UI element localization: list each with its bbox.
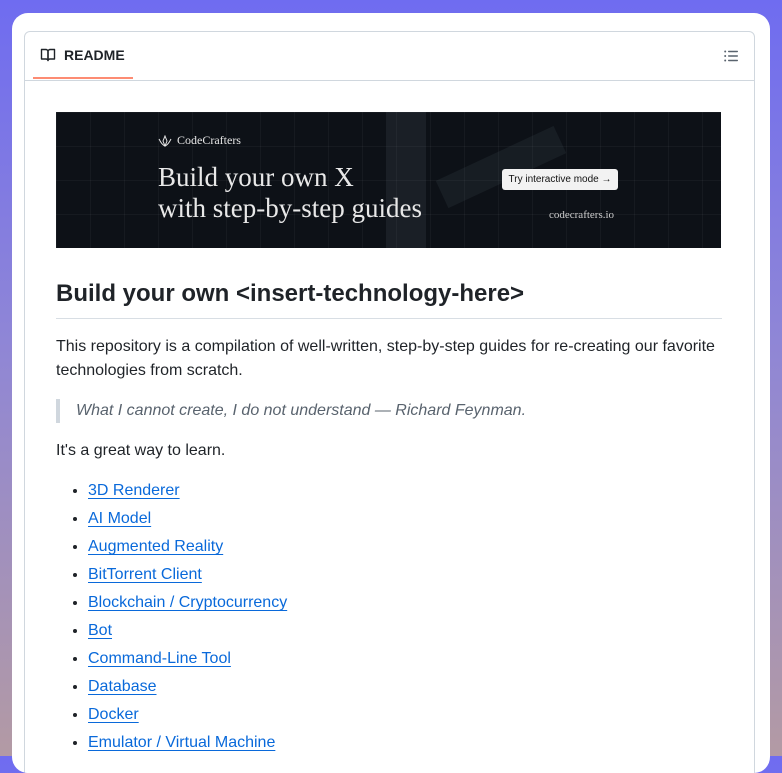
readme-content: CodeCrafters Build your own X with step-…: [56, 112, 722, 759]
list-item: Database: [88, 675, 722, 699]
topic-link-blockchain[interactable]: Blockchain / Cryptocurrency: [88, 594, 287, 611]
try-interactive-mode-button[interactable]: Try interactive mode →: [502, 169, 618, 190]
list-item: Command-Line Tool: [88, 647, 722, 671]
topic-list: 3D Renderer AI Model Augmented Reality B…: [56, 479, 722, 755]
banner-headline-line2: with step-by-step guides: [158, 193, 422, 223]
topic-link-command-line-tool[interactable]: Command-Line Tool: [88, 650, 231, 667]
page-frame: README CodeCrafters Build your own X wit…: [12, 13, 770, 773]
list-item: Emulator / Virtual Machine: [88, 731, 722, 755]
list-item: Docker: [88, 703, 722, 727]
topic-link-augmented-reality[interactable]: Augmented Reality: [88, 538, 223, 555]
banner-domain: codecrafters.io: [549, 209, 615, 221]
topic-link-docker[interactable]: Docker: [88, 706, 139, 723]
topic-link-3d-renderer[interactable]: 3D Renderer: [88, 482, 180, 499]
learn-paragraph: It's a great way to learn.: [56, 442, 226, 459]
list-item: BitTorrent Client: [88, 563, 722, 587]
list-item: 3D Renderer: [88, 479, 722, 503]
list-item: AI Model: [88, 507, 722, 531]
topic-link-bot[interactable]: Bot: [88, 622, 112, 639]
readme-panel: README CodeCrafters Build your own X wit…: [24, 31, 755, 773]
tab-readme-label: README: [64, 46, 125, 63]
tab-readme[interactable]: README: [33, 32, 133, 79]
list-item: Blockchain / Cryptocurrency: [88, 591, 722, 615]
banner-headline: Build your own X with step-by-step guide…: [158, 162, 422, 224]
codecrafters-banner[interactable]: CodeCrafters Build your own X with step-…: [56, 112, 721, 248]
list-item: Bot: [88, 619, 722, 643]
codecrafters-logo: CodeCrafters: [158, 133, 241, 148]
brand-name: CodeCrafters: [177, 133, 241, 147]
intro-paragraph: This repository is a compilation of well…: [56, 338, 715, 379]
topic-link-database[interactable]: Database: [88, 678, 157, 695]
list-item: Augmented Reality: [88, 535, 722, 559]
feynman-quote: What I cannot create, I do not understan…: [56, 399, 722, 423]
topic-link-bittorrent-client[interactable]: BitTorrent Client: [88, 566, 202, 583]
banner-headline-line1: Build your own X: [158, 162, 354, 192]
book-icon: [40, 47, 56, 63]
readme-header: README: [25, 32, 754, 81]
list-unordered-icon: [723, 48, 739, 64]
outline-button[interactable]: [722, 47, 740, 65]
codecrafters-logo-icon: [158, 134, 172, 147]
topic-link-ai-model[interactable]: AI Model: [88, 510, 151, 527]
page-title: Build your own <insert-technology-here>: [56, 279, 722, 319]
topic-link-emulator[interactable]: Emulator / Virtual Machine: [88, 734, 275, 751]
